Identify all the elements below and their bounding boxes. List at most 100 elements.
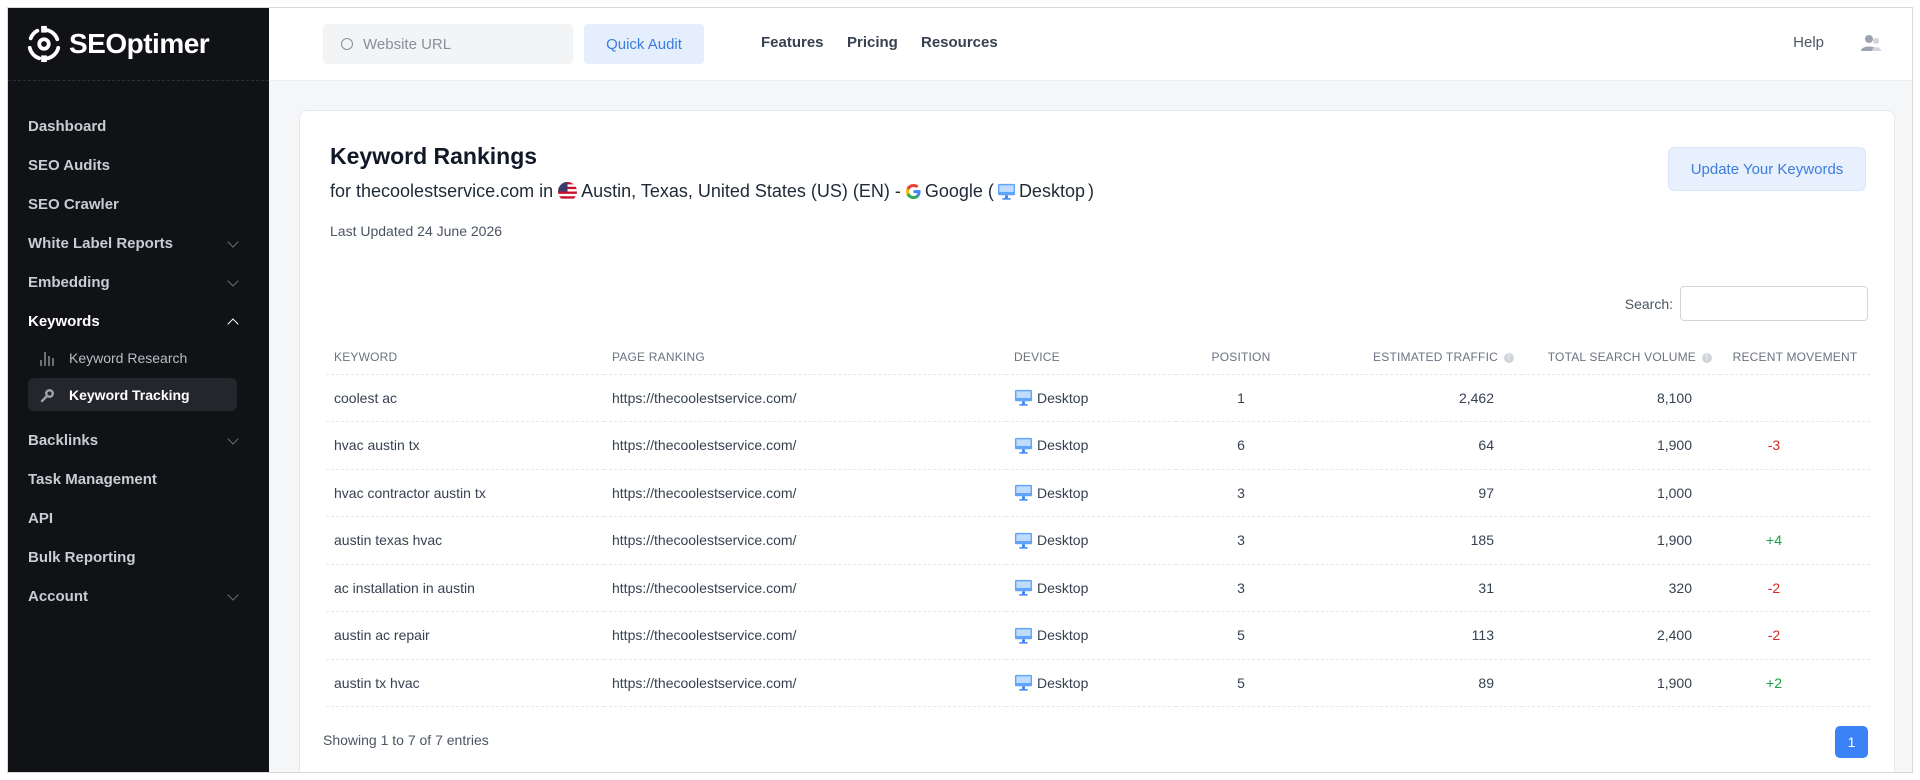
keyword-rankings-table: KEYWORD PAGE RANKING DEVICE POSITION EST…: [326, 341, 1870, 707]
close-paren: ): [1087, 181, 1094, 201]
bar-chart-icon: [40, 350, 56, 366]
cell-recent-movement: -2: [1720, 564, 1870, 612]
sidebar-item-label: Dashboard: [28, 118, 107, 135]
col-recent-movement[interactable]: RECENT MOVEMENT: [1720, 341, 1870, 375]
info-icon[interactable]: !: [1504, 353, 1514, 364]
sidebar-item-keywords[interactable]: Keywords: [8, 302, 269, 341]
cell-device: Desktop: [1006, 469, 1176, 517]
chevron-down-icon: [227, 432, 239, 445]
sidebar-item-label: Keywords: [28, 313, 100, 330]
sidebar-item-seo-crawler[interactable]: SEO Crawler: [8, 185, 269, 224]
cell-page-ranking[interactable]: https://thecoolestservice.com/: [604, 564, 1006, 612]
cell-device: Desktop: [1006, 516, 1176, 565]
chevron-down-icon: [227, 274, 239, 287]
update-keywords-button[interactable]: Update Your Keywords: [1668, 147, 1866, 191]
table-search: Search:: [1625, 286, 1868, 321]
sidebar-item-label: Backlinks: [28, 432, 99, 449]
cell-position: 6: [1176, 421, 1306, 470]
sidebar-item-label: Embedding: [28, 274, 110, 291]
desktop-monitor-icon: [1014, 675, 1033, 691]
sidebar-subitem-keyword-tracking[interactable]: Keyword Tracking: [28, 378, 237, 411]
col-total-search-volume-label: TOTAL SEARCH VOLUME: [1547, 350, 1696, 365]
device-label: Desktop: [1037, 484, 1089, 501]
cell-keyword: coolest ac: [326, 374, 604, 422]
device-label: Desktop: [1037, 532, 1089, 549]
table-search-input[interactable]: [1680, 286, 1868, 321]
sidebar-item-white-label-reports[interactable]: White Label Reports: [8, 224, 269, 263]
sidebar-subitem-keyword-research[interactable]: Keyword Research: [28, 341, 237, 374]
cell-total-search-volume: 1,900: [1522, 516, 1720, 565]
desktop-monitor-icon: [1014, 532, 1033, 549]
user-account-icon[interactable]: [1860, 32, 1882, 54]
col-estimated-traffic[interactable]: ESTIMATED TRAFFIC!: [1306, 341, 1522, 375]
table-row: austin ac repair https://thecoolestservic…: [326, 611, 1870, 660]
help-link[interactable]: Help: [1793, 34, 1824, 51]
brand-name: SEOptimer: [69, 28, 210, 59]
quick-audit-button[interactable]: Quick Audit: [584, 24, 704, 64]
table-row: austin texas hvac https://thecoolestservi…: [326, 516, 1870, 565]
in-label: in: [539, 181, 554, 201]
table-row: coolest ac https://thecoolestservice.com/…: [326, 374, 1870, 422]
col-estimated-traffic-label: ESTIMATED TRAFFIC: [1373, 350, 1498, 365]
desktop-monitor-icon: [1014, 627, 1033, 644]
sidebar-nav: Dashboard SEO Audits SEO Crawler White Labe…: [8, 81, 269, 616]
sidebar-item-bulk-reporting[interactable]: Bulk Reporting: [8, 538, 269, 577]
col-page-ranking[interactable]: PAGE RANKING: [604, 341, 1006, 375]
pagination-page-1[interactable]: 1: [1835, 726, 1868, 758]
page-title: Keyword Rankings: [330, 143, 538, 169]
cell-estimated-traffic: 64: [1306, 421, 1522, 470]
cell-page-ranking[interactable]: https://thecoolestservice.com/: [604, 659, 1006, 707]
website-url-input[interactable]: [363, 35, 553, 53]
cell-page-ranking[interactable]: https://thecoolestservice.com/: [604, 469, 1006, 517]
sidebar-item-task-management[interactable]: Task Management: [8, 460, 269, 499]
table-row: ac installation in austin https://thecool…: [326, 564, 1870, 612]
cell-estimated-traffic: 185: [1306, 516, 1522, 565]
sidebar-item-seo-audits[interactable]: SEO Audits: [8, 146, 269, 185]
nav-link-resources[interactable]: Resources: [921, 34, 998, 51]
cell-keyword: austin ac repair: [326, 611, 604, 660]
cell-estimated-traffic: 2,462: [1306, 374, 1522, 422]
sidebar-item-label: White Label Reports: [28, 235, 174, 252]
cell-page-ranking[interactable]: https://thecoolestservice.com/: [604, 374, 1006, 422]
magnifier-icon: [40, 388, 54, 402]
desktop-monitor-icon: [1014, 390, 1033, 406]
keyword-rankings-card: Keyword Rankings for thecoolestservice.c…: [299, 110, 1895, 772]
cell-keyword: austin texas hvac: [326, 516, 604, 565]
sidebar-item-dashboard[interactable]: Dashboard: [8, 107, 269, 146]
report-subtitle: for thecoolestservice.com in Austin, Tex…: [330, 181, 1094, 202]
col-position[interactable]: POSITION: [1176, 341, 1306, 375]
sidebar-item-backlinks[interactable]: Backlinks: [8, 421, 269, 460]
search-icon: [341, 38, 353, 50]
sidebar-item-label: Task Management: [28, 471, 157, 488]
last-updated-text: Last Updated 24 June 2026: [330, 223, 503, 239]
col-device[interactable]: DEVICE: [1006, 341, 1176, 375]
cell-device: Desktop: [1006, 374, 1176, 422]
chevron-down-icon: [227, 588, 239, 601]
desktop-monitor-icon: [1014, 437, 1033, 454]
nav-link-pricing[interactable]: Pricing: [847, 34, 898, 51]
brand[interactable]: SEOptimer: [8, 8, 269, 81]
cell-recent-movement: -2: [1720, 611, 1870, 660]
google-icon: [905, 183, 921, 200]
cell-position: 3: [1176, 564, 1306, 612]
cell-page-ranking[interactable]: https://thecoolestservice.com/: [604, 516, 1006, 565]
sidebar-item-api[interactable]: API: [8, 499, 269, 538]
sidebar-item-label: SEO Crawler: [28, 196, 119, 213]
device-label: Desktop: [1037, 389, 1089, 406]
sidebar-item-account[interactable]: Account: [8, 577, 269, 616]
table-body: coolest ac https://thecoolestservice.com/…: [326, 374, 1870, 707]
col-total-search-volume[interactable]: TOTAL SEARCH VOLUME!: [1522, 341, 1720, 375]
cell-estimated-traffic: 113: [1306, 611, 1522, 660]
nav-link-features[interactable]: Features: [761, 34, 824, 51]
cell-recent-movement: -3: [1720, 421, 1870, 470]
cell-page-ranking[interactable]: https://thecoolestservice.com/: [604, 611, 1006, 660]
col-keyword[interactable]: KEYWORD: [326, 341, 604, 375]
cell-page-ranking[interactable]: https://thecoolestservice.com/: [604, 421, 1006, 470]
sidebar-subitem-label: Keyword Research: [69, 349, 188, 366]
cell-position: 3: [1176, 516, 1306, 565]
sidebar-item-embedding[interactable]: Embedding: [8, 263, 269, 302]
url-search-box[interactable]: [323, 24, 573, 64]
info-icon[interactable]: !: [1702, 353, 1712, 364]
us-flag-icon: [558, 182, 578, 201]
desktop-monitor-icon: [1014, 580, 1033, 596]
